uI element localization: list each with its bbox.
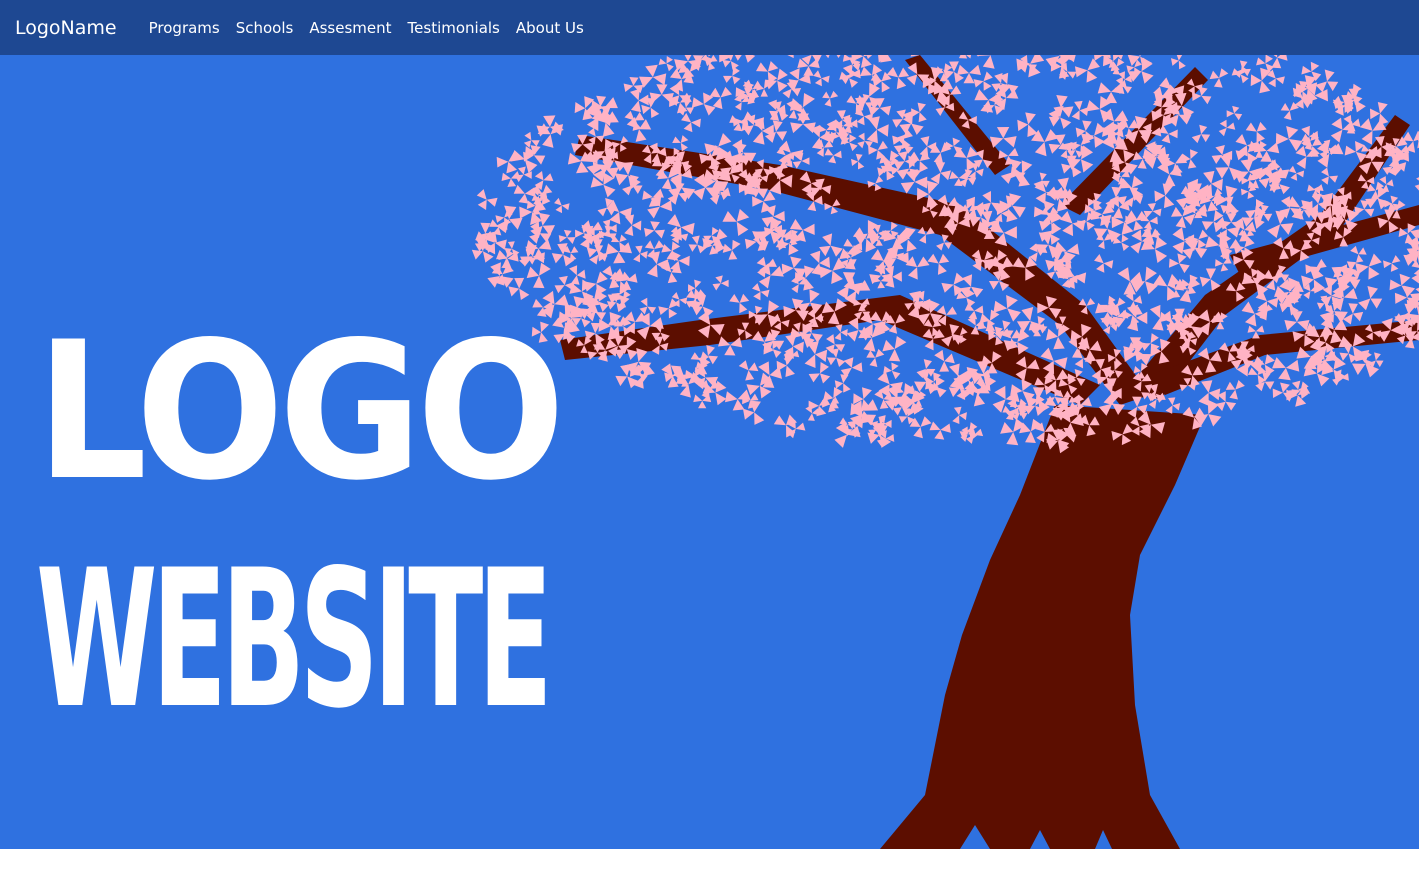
blossom-petal (1383, 255, 1401, 272)
blossom-petal (813, 70, 830, 87)
blossom-petal (558, 229, 576, 244)
blossom-petal (513, 184, 536, 204)
blossom-petal (681, 113, 701, 133)
blossom-petal (1315, 69, 1339, 93)
blossom-petal (989, 126, 1017, 148)
blossom-petal (1284, 311, 1310, 331)
blossom-petal (773, 414, 798, 438)
blossom-petal (1154, 183, 1175, 209)
blossom-petal (1350, 245, 1367, 263)
blossom-petal (722, 208, 750, 236)
blossom-petal (658, 55, 674, 72)
blossom-petal (927, 253, 950, 275)
blossom-petal (742, 400, 765, 425)
blossom-petal (993, 294, 1021, 322)
blossom-petal (911, 102, 927, 123)
blossom-petal (554, 197, 570, 214)
blossom-petal (526, 262, 551, 289)
blossom-petal (1174, 276, 1201, 303)
blossom-petal (1321, 167, 1338, 185)
blossom-petal (722, 239, 741, 260)
blossom-petal (1117, 267, 1144, 295)
blossom-petal (1181, 149, 1199, 169)
blossom-petal (871, 55, 895, 63)
blossom-petal (1017, 112, 1038, 137)
blossom-petal (1358, 286, 1383, 311)
blossom-petal (1288, 165, 1305, 181)
blossom-petal (1225, 380, 1245, 400)
blossom-petal (1218, 119, 1236, 137)
blossom-petal (1165, 397, 1181, 414)
blossom-petal (866, 116, 889, 144)
blossom-petal (1209, 68, 1229, 88)
blossom-petal (824, 148, 842, 164)
blossom-petal (1071, 100, 1089, 121)
blossom-petal (496, 150, 521, 174)
blossom-petal (1414, 175, 1419, 192)
blossom-petal (1170, 55, 1186, 70)
blossom-petal (1143, 203, 1162, 219)
blossom-petal (822, 90, 839, 107)
blossom-petal (667, 214, 695, 241)
blossom-petal (872, 275, 890, 289)
nav-item-about-us: About Us (516, 18, 584, 37)
nav-link-about-us[interactable]: About Us (516, 19, 584, 37)
blossom-petal (1019, 418, 1043, 444)
hero-title-website: WEBSITE (36, 529, 553, 750)
blossom-petal (929, 421, 951, 440)
blossom-petal (624, 214, 642, 237)
blossom-petal (605, 242, 632, 264)
nav-link-assesment[interactable]: Assesment (309, 19, 391, 37)
blossom-petal (930, 162, 951, 184)
blossom-petal (882, 335, 907, 362)
nav-link-programs[interactable]: Programs (149, 19, 220, 37)
blossom-petal (712, 275, 729, 291)
page-bottom-area (0, 849, 1419, 892)
blossom-petal (1074, 58, 1100, 83)
nav-link-testimonials[interactable]: Testimonials (408, 19, 500, 37)
blossom-petal (1191, 124, 1211, 144)
blossom-petal (1059, 62, 1077, 80)
top-navbar: LogoName Programs Schools Assesment Test… (0, 0, 1419, 55)
blossom-petal (1343, 114, 1361, 134)
hero-banner: LOGO WEBSITE (0, 55, 1419, 849)
blossom-petal (823, 387, 843, 409)
blossom-petal (643, 221, 665, 239)
blossom-petal (738, 360, 759, 381)
blossom-petal (1172, 227, 1199, 255)
blossom-petal (1220, 213, 1243, 231)
blossom-petal (949, 363, 970, 389)
blossom-petal (1272, 357, 1300, 381)
nav-links: Programs Schools Assesment Testimonials … (141, 18, 592, 37)
blossom-petal (851, 153, 865, 170)
blossom-petal (1351, 349, 1380, 378)
nav-item-testimonials: Testimonials (408, 18, 500, 37)
blossom-petal (909, 416, 932, 439)
brand-logo-link[interactable]: LogoName (15, 17, 117, 39)
blossom-petal (821, 55, 845, 59)
blossom-petal (1250, 67, 1271, 94)
nav-link-schools[interactable]: Schools (236, 19, 294, 37)
blossom-petal (1389, 273, 1414, 297)
blossom-petal (834, 324, 848, 341)
blossom-petal (781, 256, 807, 279)
blossom-petal (941, 272, 965, 297)
blossom-petal (929, 142, 952, 165)
blossom-petal (700, 55, 718, 71)
hero-title-logo: LOGO (36, 301, 565, 522)
blossom-petal (959, 169, 977, 188)
blossom-petal (1231, 65, 1249, 84)
blossom-petal (476, 189, 498, 210)
blossom-petal (1094, 254, 1114, 273)
blossom-petal (1332, 369, 1349, 386)
blossom-petal (1226, 105, 1243, 121)
nav-item-assesment: Assesment (309, 18, 391, 37)
blossom-petal (1280, 101, 1299, 121)
blossom-petal (952, 406, 967, 425)
nav-item-schools: Schools (236, 18, 294, 37)
blossom-petal (1245, 121, 1267, 143)
blossom-petal (1215, 256, 1232, 272)
nav-item-programs: Programs (149, 18, 220, 37)
blossom-petal (1126, 304, 1148, 332)
